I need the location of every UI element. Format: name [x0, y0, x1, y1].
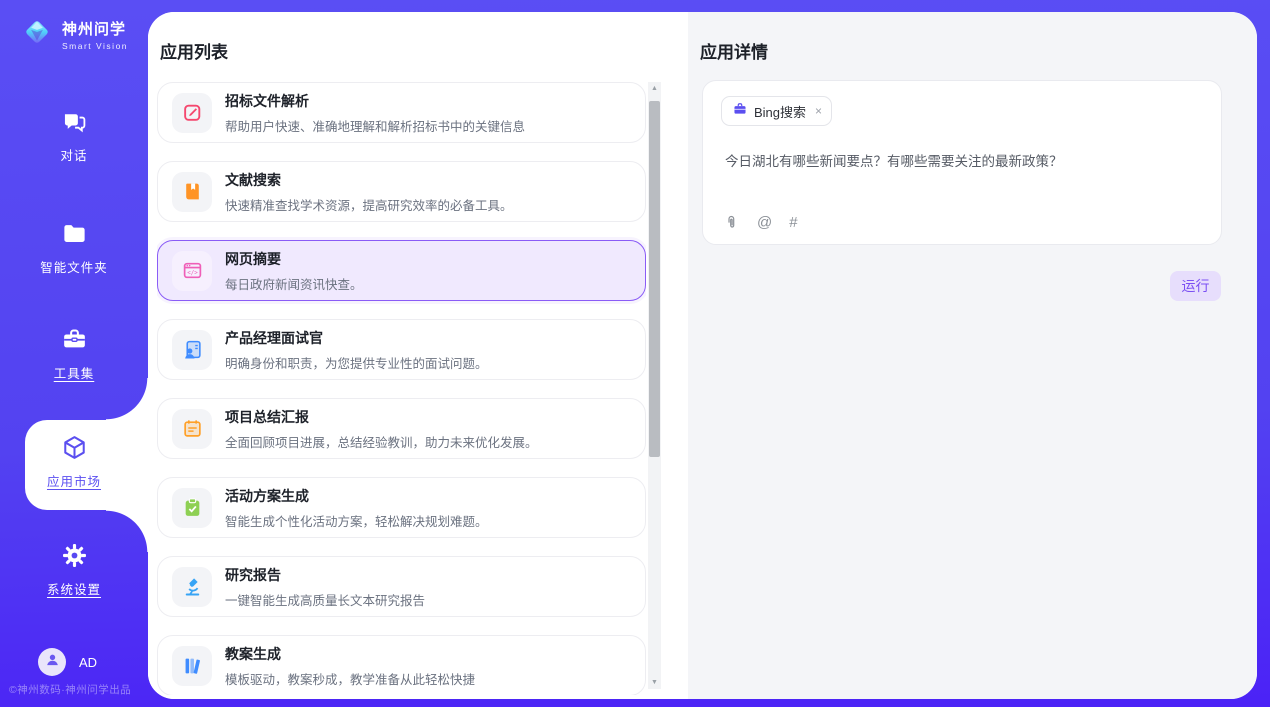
app-card[interactable]: 教案生成 模板驱动，教案秒成，教学准备从此轻松快捷	[157, 635, 646, 695]
app-card[interactable]: 研究报告 一键智能生成高质量长文本研究报告	[157, 556, 646, 617]
app-card[interactable]: 活动方案生成 智能生成个性化活动方案，轻松解决规划难题。	[157, 477, 646, 538]
app-list-title: 应用列表	[160, 38, 228, 63]
prompt-input-card[interactable]: Bing搜索 × 今日湖北有哪些新闻要点？有哪些需要关注的最新政策？ @#	[702, 80, 1222, 245]
chip-close-icon[interactable]: ×	[815, 104, 822, 118]
app-card-description: 模板驱动，教案秒成，教学准备从此轻松快捷	[225, 669, 475, 688]
scrollbar-thumb[interactable]	[649, 101, 660, 457]
app-card-description: 快速精准查找学术资源，提高研究效率的必备工具。	[225, 195, 513, 214]
sidebar-item-chat[interactable]: 对话	[0, 108, 148, 164]
app-card[interactable]: </> 网页摘要 每日政府新闻资讯快查。	[157, 240, 646, 301]
app-card-description: 全面回顾项目进展，总结经验教训，助力未来优化发展。	[225, 432, 538, 451]
app-card-description: 帮助用户快速、准确地理解和解析招标书中的关键信息	[225, 116, 525, 135]
app-list-pane: 应用列表 招标文件解析 帮助用户快速、准确地理解和解析招标书中的关键信息 文献搜…	[148, 12, 688, 699]
run-button[interactable]: 运行	[1170, 271, 1221, 301]
tool-chip-label: Bing搜索	[754, 102, 806, 121]
app-card-title: 网页摘要	[225, 249, 363, 269]
scroll-up-button[interactable]: ▲	[648, 82, 661, 95]
microscope-icon	[172, 567, 212, 607]
cube-icon	[61, 434, 88, 461]
app-card[interactable]: 文献搜索 快速精准查找学术资源，提高研究效率的必备工具。	[157, 161, 646, 222]
app-card-description: 一键智能生成高质量长文本研究报告	[225, 590, 425, 609]
app-card-description: 每日政府新闻资讯快查。	[225, 274, 363, 293]
app-card-title: 研究报告	[225, 565, 425, 585]
app-frame: 神州问学 Smart Vision 对话 智能文件夹 工具集 应用市场 系统设置…	[0, 0, 1270, 707]
browser-code-icon: </>	[172, 251, 212, 291]
briefcase-icon	[733, 102, 747, 121]
app-card-description: 明确身份和职责，为您提供专业性的面试问题。	[225, 353, 488, 372]
calendar-note-icon	[172, 409, 212, 449]
user-name: AD	[79, 655, 97, 670]
main-content: 应用列表 招标文件解析 帮助用户快速、准确地理解和解析招标书中的关键信息 文献搜…	[148, 12, 1257, 699]
app-card[interactable]: 产品经理面试官 明确身份和职责，为您提供专业性的面试问题。	[157, 319, 646, 380]
user-account[interactable]: AD	[38, 648, 97, 676]
person-icon	[44, 651, 61, 673]
tool-chip-bing-search[interactable]: Bing搜索 ×	[721, 96, 832, 126]
app-card-title: 文献搜索	[225, 170, 513, 190]
paperclip-icon[interactable]	[723, 214, 740, 231]
app-card-title: 活动方案生成	[225, 486, 488, 506]
prompt-text[interactable]: 今日湖北有哪些新闻要点？有哪些需要关注的最新政策？	[725, 152, 1199, 172]
sidebar-item-toolbox[interactable]: 工具集	[0, 326, 148, 382]
toolbox-icon	[61, 326, 88, 353]
sidebar: 神州问学 Smart Vision 对话 智能文件夹 工具集 应用市场 系统设置…	[0, 0, 148, 707]
brand-diamond-icon	[20, 15, 54, 54]
app-detail-title: 应用详情	[700, 38, 768, 63]
interview-icon	[172, 330, 212, 370]
at-icon[interactable]: @	[757, 214, 772, 231]
books-icon	[172, 646, 212, 686]
sidebar-footer: ©神州数码·神州问学出品	[9, 682, 131, 697]
avatar[interactable]	[38, 648, 66, 676]
sidebar-item-folder[interactable]: 智能文件夹	[0, 220, 148, 276]
gear-icon	[61, 542, 88, 569]
app-list: 招标文件解析 帮助用户快速、准确地理解和解析招标书中的关键信息 文献搜索 快速精…	[157, 82, 646, 695]
clipboard-check-icon	[172, 488, 212, 528]
app-card-description: 智能生成个性化活动方案，轻松解决规划难题。	[225, 511, 488, 530]
app-card-title: 教案生成	[225, 644, 475, 664]
brand-name: 神州问学	[62, 18, 128, 39]
active-nav-highlight-curve-top	[106, 378, 148, 420]
app-card[interactable]: 招标文件解析 帮助用户快速、准确地理解和解析招标书中的关键信息	[157, 82, 646, 143]
app-list-scrollbar[interactable]: ▲ ▼	[648, 82, 661, 689]
brand-logo: 神州问学 Smart Vision	[20, 15, 128, 54]
app-card-title: 产品经理面试官	[225, 328, 488, 348]
scroll-down-button[interactable]: ▼	[648, 676, 661, 689]
folder-icon	[61, 220, 88, 247]
app-card[interactable]: 项目总结汇报 全面回顾项目进展，总结经验教训，助力未来优化发展。	[157, 398, 646, 459]
app-card-title: 招标文件解析	[225, 91, 525, 111]
brand-subtitle: Smart Vision	[62, 41, 128, 51]
app-detail-pane: 应用详情 Bing搜索 × 今日湖北有哪些新闻要点？有哪些需要关注的最新政策？ …	[688, 12, 1257, 699]
hash-icon[interactable]: #	[789, 214, 797, 231]
sidebar-item-cube[interactable]: 应用市场	[0, 434, 148, 490]
sidebar-item-gear[interactable]: 系统设置	[0, 542, 148, 598]
input-toolbar: @#	[723, 214, 798, 231]
pen-square-icon	[172, 93, 212, 133]
book-icon	[172, 172, 212, 212]
chat-icon	[61, 108, 88, 135]
app-card-title: 项目总结汇报	[225, 407, 538, 427]
svg-text:</>: </>	[187, 271, 198, 277]
